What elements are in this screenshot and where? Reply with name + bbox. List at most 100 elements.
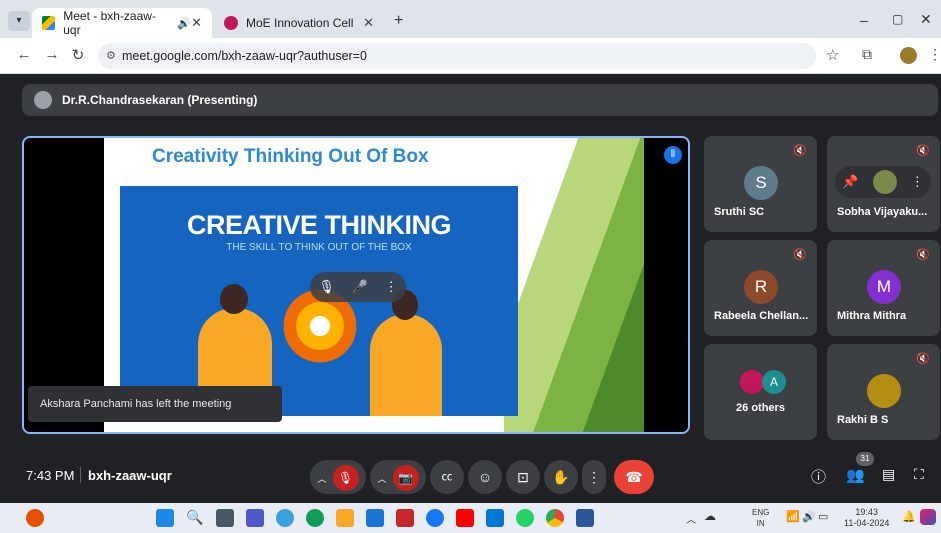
bookmark-star-icon[interactable]: ☆ — [826, 46, 839, 64]
participant-tile[interactable]: 🔇 R Rabeela Chellan... — [704, 240, 817, 336]
tab-title: Meet - bxh-zaaw-uqr — [63, 9, 156, 37]
clock-time: 19:43 — [855, 507, 878, 517]
wifi-icon[interactable]: 📶 — [786, 510, 800, 523]
extensions-icon[interactable]: ⧉ — [862, 46, 872, 63]
presenter-avatar — [34, 91, 52, 109]
minimize-button[interactable]: – — [860, 12, 868, 28]
address-bar-row: ← → ↻ ⚙ meet.google.com/bxh-zaaw-uqr?aut… — [0, 38, 941, 74]
new-tab-button[interactable]: + — [394, 12, 403, 30]
tray-chevron-icon[interactable]: ︿ — [686, 511, 696, 526]
url-field[interactable]: ⚙ meet.google.com/bxh-zaaw-uqr?authuser=… — [98, 43, 816, 69]
avatar — [740, 370, 764, 394]
chrome-icon[interactable] — [546, 509, 564, 527]
avatar — [872, 170, 897, 194]
menu-kebab-icon[interactable]: ⋮ — [928, 46, 941, 63]
copilot-icon[interactable] — [276, 509, 294, 527]
back-arrow-icon[interactable]: ← — [14, 46, 34, 63]
widgets-icon[interactable] — [26, 509, 44, 527]
site-info-icon[interactable]: ⚙ — [106, 43, 116, 69]
activities-icon[interactable]: ⛶ — [914, 466, 924, 483]
participant-tile[interactable]: 🔇 M Mithra Mithra — [827, 240, 940, 336]
reload-icon[interactable]: ↻ — [68, 46, 88, 64]
search-icon[interactable]: 🔍 — [186, 509, 204, 527]
tab-moe[interactable]: MoE Innovation Cell ✕ — [214, 8, 384, 38]
more-options-button[interactable]: ⋮ — [582, 460, 606, 494]
lang-indicator[interactable]: ENG IN — [752, 507, 769, 529]
task-view-icon[interactable] — [216, 509, 234, 527]
presentation-video[interactable]: Creativity Thinking Out Of Box CREATIVE … — [22, 136, 690, 434]
participant-tile[interactable]: 🔇 S Sruthi SC — [704, 136, 817, 232]
start-icon[interactable] — [156, 509, 174, 527]
chevron-up-icon[interactable]: ︿ — [377, 474, 386, 484]
participant-tile[interactable]: 🔇 📌 ⋮ Sobha Vijayaku... — [827, 136, 940, 232]
copilot-tray-icon[interactable] — [920, 509, 936, 525]
speaker-icon: 🔊 — [177, 17, 192, 30]
pin-icon[interactable]: 📌 — [842, 174, 858, 190]
chevron-up-icon[interactable]: ︿ — [317, 474, 326, 484]
mic-icon[interactable]: 🎤 — [352, 279, 368, 295]
close-tab-icon[interactable]: ✕ — [363, 15, 374, 31]
captions-button[interactable]: ㏄ — [430, 460, 464, 494]
close-tab-icon[interactable]: ✕ — [191, 15, 202, 31]
presenter-label: Dr.R.Chandrasekaran (Presenting) — [62, 93, 258, 107]
others-tile[interactable]: A 26 others — [704, 344, 817, 440]
teams-icon[interactable] — [246, 509, 264, 527]
participant-name: Sruthi SC — [714, 206, 765, 218]
toast-message: Akshara Panchami has left the meeting — [40, 398, 232, 410]
slide-heading: CREATIVE THINKING — [186, 210, 452, 240]
clock-date: 11-04-2024 — [844, 518, 890, 528]
tab-title: MoE Innovation Cell — [246, 16, 354, 30]
mic-toggle[interactable]: ︿ 🎙 — [310, 460, 366, 494]
leave-call-button[interactable]: ☎ — [614, 460, 654, 494]
maximize-button[interactable]: ▢ — [892, 12, 903, 26]
tab-search-button[interactable]: ▾ — [8, 11, 30, 31]
emoji-button[interactable]: ☺ — [468, 460, 502, 494]
mic-off-icon: 🔇 — [793, 145, 807, 157]
mic-off-icon[interactable]: 🎙 — [318, 279, 335, 295]
slide-subheading: THE SKILL TO THINK OUT OF THE BOX — [226, 242, 412, 253]
battery-icon[interactable]: ▭ — [818, 510, 828, 523]
info-icon[interactable]: ⓘ — [811, 466, 826, 487]
mic-off-icon: 🔇 — [916, 353, 930, 365]
app-icon[interactable] — [366, 509, 384, 527]
store-icon[interactable] — [486, 509, 504, 527]
chat-icon[interactable]: ▤ — [882, 466, 895, 483]
camera-off-icon: 📷 — [392, 465, 419, 492]
slide-title: Creativity Thinking Out Of Box — [152, 146, 429, 167]
participant-tile[interactable]: 🔇 Rakhi B S — [827, 344, 940, 440]
cloud-icon[interactable]: ☁ — [704, 509, 716, 523]
camera-toggle[interactable]: ︿ 📷 — [370, 460, 426, 494]
notification-bell-icon[interactable]: 🔔 — [902, 510, 916, 523]
edge-icon[interactable] — [306, 509, 324, 527]
meeting-time: 7:43 PM — [26, 468, 75, 483]
mic-off-icon: 🔇 — [916, 249, 930, 261]
word-icon[interactable] — [576, 509, 594, 527]
whatsapp-icon[interactable] — [516, 509, 534, 527]
profile-avatar[interactable] — [900, 47, 917, 64]
tab-meet[interactable]: Meet - bxh-zaaw-uqr 🔊 ✕ — [32, 8, 212, 38]
windows-taskbar: 🔍 ︿ ☁ ENG IN 📶 🔊 ▭ 19:43 11-04-2024 🔔 — [0, 503, 941, 533]
participant-name: Mithra Mithra — [837, 310, 907, 322]
raise-hand-button[interactable]: ✋ — [544, 460, 578, 494]
more-options-icon[interactable]: ⋮ — [911, 174, 924, 190]
volume-icon[interactable]: 🔊 — [802, 510, 816, 523]
people-icon[interactable]: 👥 — [846, 466, 865, 484]
person-left-head — [220, 284, 248, 314]
toast: Akshara Panchami has left the meeting — [28, 386, 282, 422]
participant-name: Rabeela Chellan... — [714, 310, 809, 322]
facebook-icon[interactable] — [426, 509, 444, 527]
mic-off-icon: 🎙 — [332, 465, 359, 492]
youtube-icon[interactable] — [456, 509, 474, 527]
avatar: M — [867, 270, 901, 304]
close-window-button[interactable]: ✕ — [920, 11, 932, 28]
clock[interactable]: 19:43 11-04-2024 — [844, 507, 889, 529]
region-code: IN — [756, 519, 765, 528]
forward-arrow-icon[interactable]: → — [42, 46, 62, 63]
explorer-icon[interactable] — [336, 509, 354, 527]
mcafee-icon[interactable] — [396, 509, 414, 527]
meeting-code: bxh-zaaw-uqr — [88, 468, 172, 483]
meet-icon — [42, 16, 56, 30]
avatar: R — [744, 270, 778, 304]
more-options-icon[interactable]: ⋮ — [385, 279, 398, 295]
present-button[interactable]: ⊡ — [506, 460, 540, 494]
